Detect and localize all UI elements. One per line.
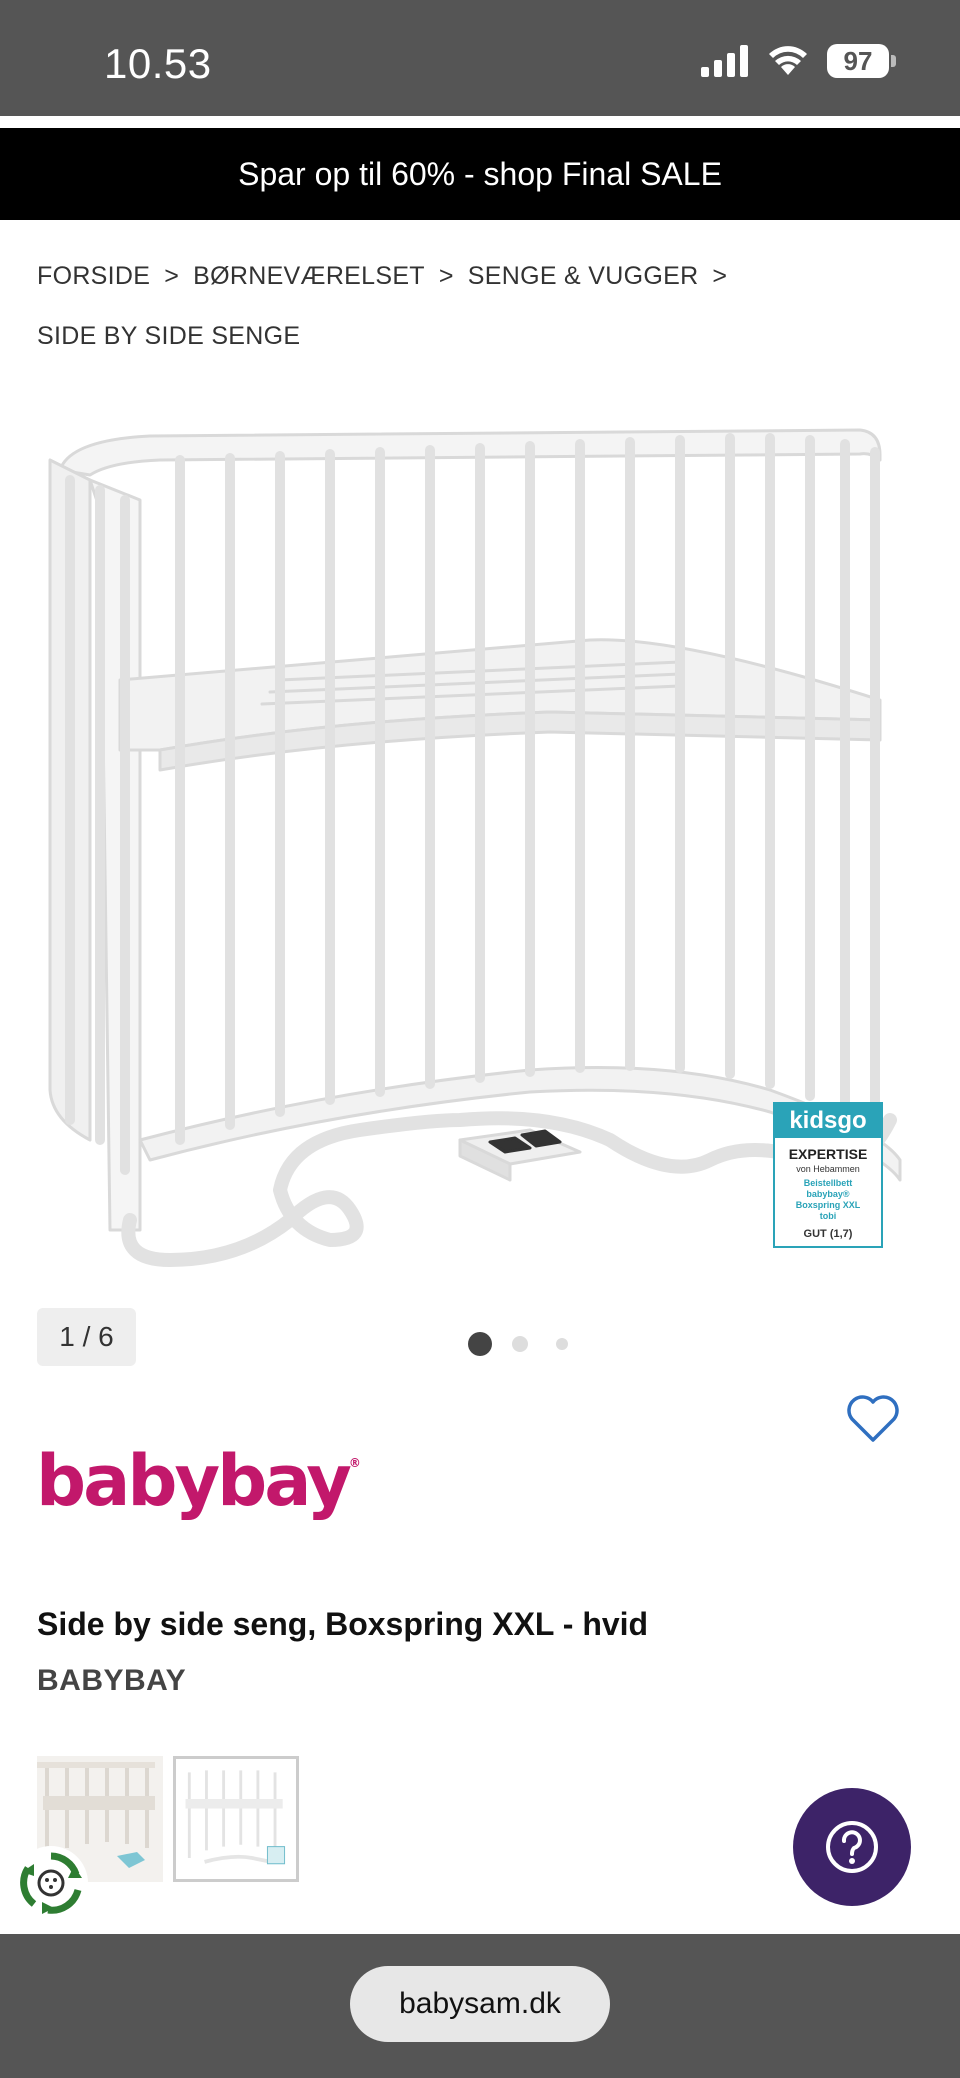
kidsgo-line: tobi <box>819 1211 837 1221</box>
breadcrumb-separator: > <box>712 262 728 290</box>
help-button[interactable] <box>793 1788 911 1906</box>
kidsgo-body: Beistellbett babybay® Boxspring XXL tobi <box>775 1178 881 1222</box>
breadcrumb-separator: > <box>438 262 454 290</box>
product-title: Side by side seng, Boxspring XXL - hvid <box>37 1606 649 1642</box>
breadcrumb: FORSIDE > BØRNEVÆRELSET > SENGE & VUGGER > SI… <box>37 246 917 366</box>
image-counter: 1 / 6 <box>37 1308 136 1366</box>
breadcrumb-separator: > <box>164 262 180 290</box>
promo-banner[interactable]: Spar op til 60% - shop Final SALE <box>0 128 960 220</box>
wifi-icon <box>769 46 807 75</box>
kidsgo-badge: kidsgo EXPERTISE von Hebammen Beistellbe… <box>773 1102 883 1248</box>
battery-tip <box>891 55 896 67</box>
kidsgo-line: Boxspring XXL <box>795 1200 861 1210</box>
status-gap <box>0 116 960 128</box>
kidsgo-line: Beistellbett <box>803 1178 853 1188</box>
kidsgo-expertise: EXPERTISE <box>788 1146 868 1162</box>
thumbnail-2[interactable] <box>173 1756 299 1882</box>
status-time: 10.53 <box>104 40 212 87</box>
breadcrumb-item-boernevaerelset[interactable]: BØRNEVÆRELSET <box>193 262 425 290</box>
status-icons: 97 <box>701 44 896 78</box>
registered-mark-icon: ® <box>348 1456 361 1470</box>
kidsgo-sub: von Hebammen <box>796 1164 860 1174</box>
signal-icon <box>701 45 748 77</box>
breadcrumb-item-side-by-side-senge[interactable]: SIDE BY SIDE SENGE <box>37 322 300 350</box>
carousel-dot[interactable] <box>556 1338 568 1350</box>
battery-level: 97 <box>827 44 889 78</box>
carousel-dots <box>468 1332 568 1356</box>
brand-logo-text: babybay <box>36 1440 352 1522</box>
recycle-icon[interactable] <box>14 1846 88 1920</box>
address-bar[interactable]: babysam.dk <box>350 1966 610 2042</box>
status-bar: 10.53 97 <box>0 0 960 116</box>
kidsgo-logo: kidsgo <box>775 1104 881 1138</box>
heart-icon[interactable] <box>846 1394 900 1444</box>
carousel-dot[interactable] <box>512 1336 528 1352</box>
product-brand[interactable]: BABYBAY <box>37 1664 186 1698</box>
breadcrumb-item-senge-vugger[interactable]: SENGE & VUGGER <box>468 262 699 290</box>
kidsgo-line: babybay® <box>806 1189 850 1199</box>
breadcrumb-item-forside[interactable]: FORSIDE <box>37 262 150 290</box>
page: 10.53 97 Spar op til 60% - shop Final SA… <box>0 0 960 2078</box>
question-icon <box>826 1821 878 1873</box>
battery-icon: 97 <box>827 44 896 78</box>
brand-logo[interactable]: babybay® <box>36 1440 361 1522</box>
kidsgo-grade: GUT (1,7) <box>803 1228 853 1240</box>
carousel-dot-active[interactable] <box>468 1332 492 1356</box>
